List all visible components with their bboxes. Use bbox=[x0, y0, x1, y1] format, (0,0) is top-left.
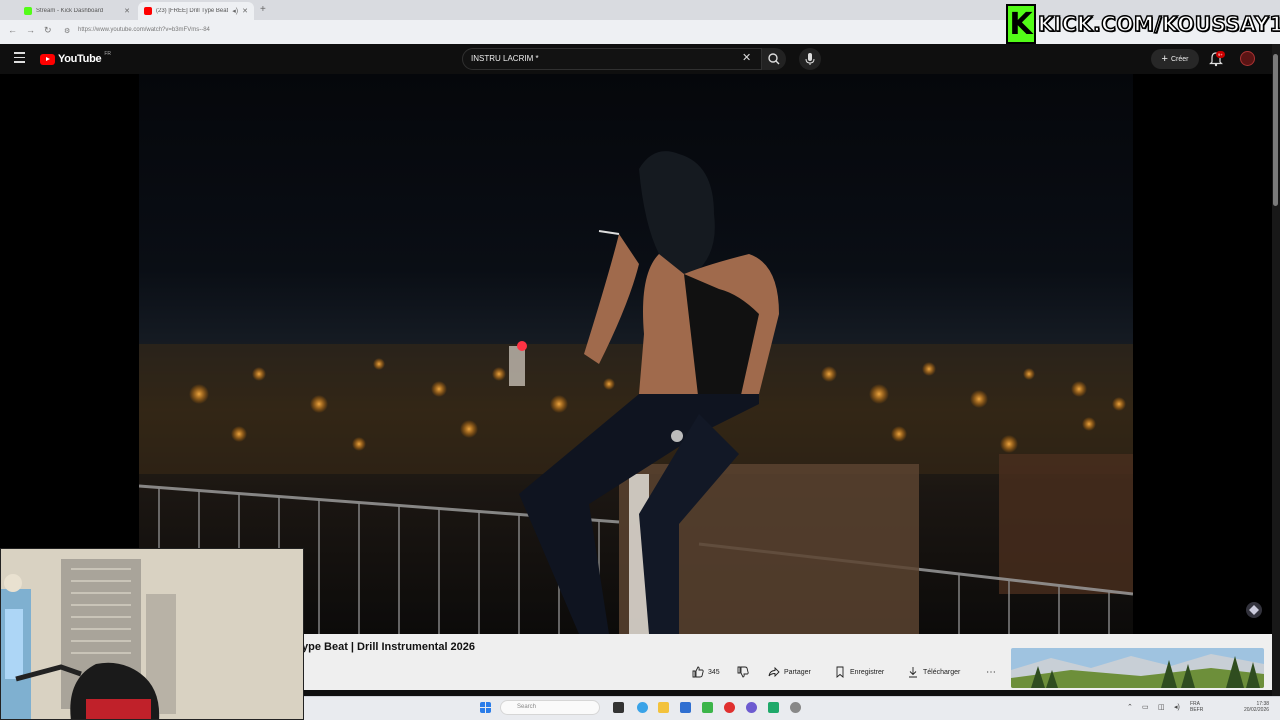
system-clock[interactable]: 17:38 20/02/2026 bbox=[1244, 701, 1269, 713]
youtube-play-icon bbox=[40, 53, 55, 65]
channel-watermark-icon[interactable] bbox=[1244, 600, 1264, 620]
keyboard-layout: BEFR bbox=[1190, 707, 1204, 713]
edge-browser-icon[interactable] bbox=[637, 702, 648, 713]
dislike-button[interactable] bbox=[737, 663, 749, 681]
screen: Stream - Kick Dashboard ✕ (23) [FREE] Dr… bbox=[0, 0, 1280, 720]
webcam-overlay bbox=[0, 548, 304, 720]
back-icon[interactable]: ← bbox=[8, 25, 17, 35]
kick-logo-icon: K bbox=[1006, 4, 1036, 44]
scrollbar-thumb[interactable] bbox=[1273, 54, 1278, 206]
youtube-logo[interactable]: YouTube FR bbox=[40, 51, 111, 65]
browser-tab-youtube[interactable]: (23) [FREE] Drill Type Beat ◂) ✕ bbox=[138, 2, 254, 20]
save-label: Enregistrer bbox=[850, 668, 885, 676]
kick-channel-text: KICK.COM/KOUSSAY113 bbox=[1037, 11, 1280, 37]
search-button[interactable] bbox=[762, 48, 786, 70]
search-icon bbox=[768, 53, 780, 65]
clear-search-icon[interactable]: ✕ bbox=[742, 51, 751, 64]
site-info-icon[interactable]: ⚙ bbox=[64, 27, 70, 35]
share-icon bbox=[768, 666, 780, 678]
taskbar-search-input[interactable]: Search bbox=[500, 700, 600, 715]
audio-icon[interactable]: ◂) bbox=[232, 7, 238, 15]
avatar[interactable] bbox=[1240, 51, 1255, 66]
discord-icon[interactable] bbox=[746, 702, 757, 713]
country-code: FR bbox=[104, 51, 111, 57]
notification-badge: 9+ bbox=[1216, 51, 1225, 58]
voice-search-button[interactable] bbox=[799, 48, 821, 70]
bookmark-icon bbox=[836, 666, 844, 678]
create-label: Créer bbox=[1170, 55, 1189, 63]
search-query: INSTRU LACRIM * bbox=[471, 54, 539, 63]
like-button[interactable]: 345 bbox=[692, 663, 720, 681]
thumbs-up-icon bbox=[692, 666, 704, 678]
battery-icon[interactable]: ◫ bbox=[1158, 703, 1165, 711]
kick-overlay-banner: K KICK.COM/KOUSSAY113 bbox=[1006, 4, 1280, 44]
youtube-favicon-icon bbox=[144, 7, 152, 15]
opera-icon[interactable] bbox=[724, 702, 735, 713]
microphone-icon bbox=[805, 53, 815, 65]
share-button[interactable]: Partager bbox=[768, 663, 811, 681]
share-label: Partager bbox=[784, 668, 811, 676]
reload-icon[interactable]: ↻ bbox=[44, 25, 52, 36]
task-view-icon[interactable] bbox=[613, 702, 624, 713]
kick-favicon-icon bbox=[24, 7, 32, 15]
close-tab-icon[interactable]: ✕ bbox=[242, 7, 248, 15]
tray-chevron-icon[interactable]: ⌃ bbox=[1127, 703, 1133, 711]
network-icon[interactable]: ▭ bbox=[1142, 703, 1149, 711]
download-icon bbox=[909, 667, 917, 678]
save-button[interactable]: Enregistrer bbox=[834, 663, 884, 681]
tab-title: Stream - Kick Dashboard bbox=[36, 8, 104, 14]
more-actions-icon[interactable]: ⋯ bbox=[986, 663, 996, 681]
thumbs-down-icon bbox=[737, 666, 749, 678]
settings-gear-icon[interactable] bbox=[790, 702, 801, 713]
webcam-feed bbox=[1, 549, 303, 719]
forward-icon[interactable]: → bbox=[26, 25, 35, 35]
plus-icon: + bbox=[1161, 53, 1168, 65]
tab-title: (23) [FREE] Drill Type Beat bbox=[156, 8, 229, 14]
store-icon[interactable] bbox=[680, 702, 691, 713]
video-title: ype Beat | Drill Instrumental 2026 bbox=[302, 641, 476, 653]
start-menu-icon[interactable] bbox=[480, 702, 491, 713]
create-button[interactable]: + Créer bbox=[1151, 49, 1199, 69]
download-button[interactable]: Télécharger bbox=[907, 663, 960, 681]
youtube-wordmark: YouTube bbox=[58, 53, 102, 65]
clock-date: 20/02/2026 bbox=[1244, 707, 1270, 713]
close-tab-icon[interactable]: ✕ bbox=[124, 7, 130, 15]
whatsapp-icon[interactable] bbox=[702, 702, 713, 713]
like-count: 345 bbox=[708, 668, 720, 676]
file-explorer-icon[interactable] bbox=[658, 702, 669, 713]
new-tab-icon[interactable]: + bbox=[260, 4, 266, 15]
menu-icon[interactable] bbox=[14, 52, 25, 66]
keyboard-language[interactable]: FRA BEFR bbox=[1190, 701, 1203, 713]
recommended-thumbnail[interactable] bbox=[1011, 648, 1264, 688]
url-field[interactable]: https://www.youtube.com/watch?v=b3mFVms-… bbox=[78, 27, 210, 33]
browser-tab-kick[interactable]: Stream - Kick Dashboard ✕ bbox=[18, 2, 136, 20]
kick-app-icon[interactable] bbox=[768, 702, 779, 713]
download-label: Télécharger bbox=[923, 668, 961, 676]
volume-icon[interactable]: ◂) bbox=[1174, 703, 1180, 711]
landscape-thumbnail bbox=[1011, 648, 1264, 688]
